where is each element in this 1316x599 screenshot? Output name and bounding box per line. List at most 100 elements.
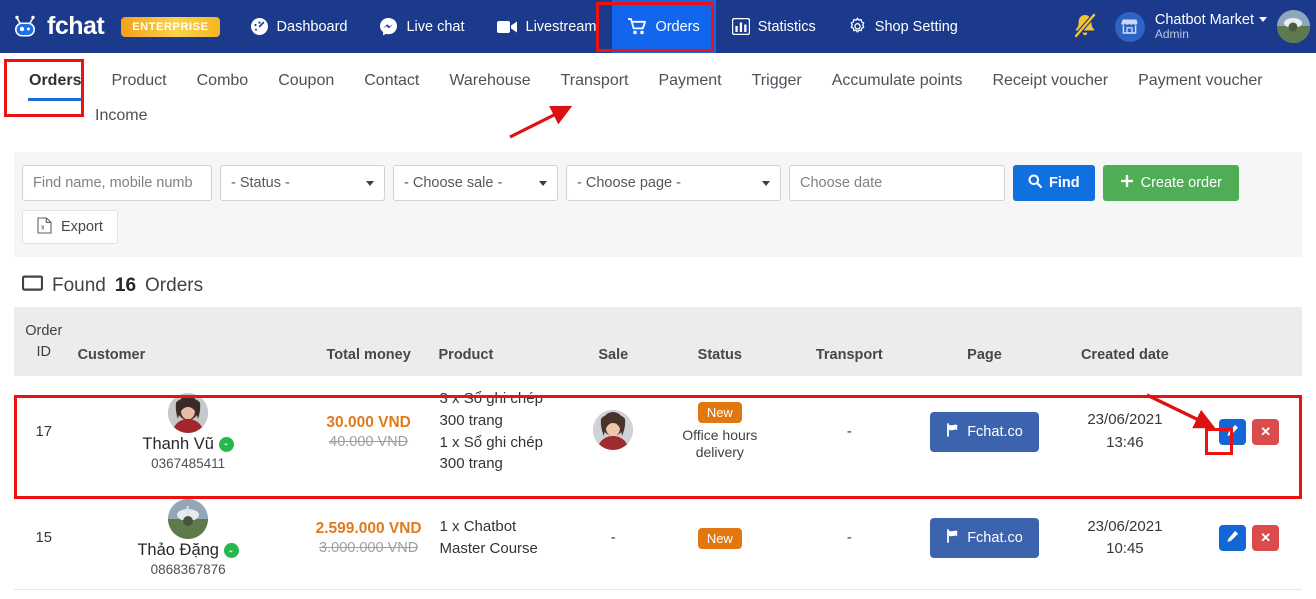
account-menu[interactable]: Chatbot Market Admin	[1155, 12, 1267, 42]
subnav-label: Accumulate points	[831, 72, 963, 89]
account-name: Chatbot Market	[1155, 12, 1267, 28]
nav-label: Live chat	[406, 18, 465, 35]
subnav-label: Payment	[658, 72, 722, 89]
nav-item-statistics[interactable]: Statistics	[716, 0, 832, 53]
subnav-label: Orders	[29, 72, 82, 89]
dashboard-icon	[250, 17, 269, 36]
subnav-item-payment[interactable]: Payment	[643, 64, 736, 99]
cell-product: 3 x Sổ ghi chép 300 trang 1 x Sổ ghi ché…	[434, 376, 570, 488]
fchat-logo-icon	[12, 14, 38, 40]
flag-icon	[946, 422, 960, 441]
customer-phone: 0868367876	[150, 562, 226, 578]
edit-button[interactable]	[1219, 418, 1247, 445]
sale-avatar	[593, 409, 634, 450]
list-box-icon	[21, 275, 44, 297]
customer-name-row: Thanh Vũ	[142, 435, 234, 454]
nav-label: Dashboard	[276, 18, 348, 35]
col-header-customer: Customer	[73, 307, 303, 377]
export-button[interactable]: x Export	[22, 210, 118, 244]
product-line: 300 trang	[439, 455, 503, 473]
nav-label: Statistics	[757, 18, 816, 35]
delete-button[interactable]: ✕	[1252, 525, 1280, 552]
account-role: Admin	[1154, 26, 1189, 41]
subnav-item-income[interactable]: Income	[80, 99, 162, 134]
status-sub: Office hours delivery	[682, 426, 758, 461]
subnav-item-payment-voucher[interactable]: Payment voucher	[1123, 64, 1278, 99]
subnav-item-trigger[interactable]: Trigger	[737, 64, 817, 99]
subnav-item-receipt-voucher[interactable]: Receipt voucher	[977, 64, 1123, 99]
subnav-item-contact[interactable]: Contact	[349, 64, 434, 99]
secondary-nav-wrap: Orders Product Combo Coupon Contact Ware…	[0, 53, 1316, 139]
filter-row: Find name, mobile numb - Status - - Choo…	[22, 165, 1294, 201]
col-header-sale: Sale	[569, 307, 657, 377]
subnav-item-coupon[interactable]: Coupon	[263, 64, 349, 99]
cell-total-money: 2.599.000 VND 3.000.000 VND	[302, 487, 435, 591]
pencil-icon	[1226, 424, 1239, 440]
cell-transport: -	[782, 376, 916, 488]
subnav-item-accumulate-points[interactable]: Accumulate points	[817, 64, 978, 99]
plus-icon	[1120, 174, 1134, 192]
col-header-actions	[1196, 307, 1302, 377]
nav-item-livestream[interactable]: Livestream	[481, 0, 613, 53]
product-line: 300 trang	[439, 411, 503, 429]
page-button[interactable]: Fchat.co	[930, 411, 1039, 452]
product-line: 3 x Sổ ghi chép	[439, 390, 543, 408]
avatar[interactable]	[1277, 10, 1310, 43]
table-header-row: Order ID Customer Total money Product Sa…	[14, 307, 1302, 377]
cell-total-money: 30.000 VND 40.000 VND	[302, 376, 435, 488]
delete-button[interactable]: ✕	[1252, 418, 1280, 445]
nav-item-dashboard[interactable]: Dashboard	[234, 0, 364, 53]
cell-created-date: 23/06/2021 13:46	[1053, 376, 1197, 488]
table-row[interactable]: 15 Thảo Đặng 0868367876 2.599.000 VND 3.…	[14, 487, 1302, 591]
subnav-label: Warehouse	[449, 72, 531, 89]
pencil-icon	[1226, 530, 1239, 546]
nav-item-live-chat[interactable]: Live chat	[363, 0, 480, 53]
table-head: Order ID Customer Total money Product Sa…	[14, 307, 1302, 377]
secondary-nav: Orders Product Combo Coupon Contact Ware…	[14, 53, 1316, 134]
cell-customer: Thảo Đặng 0868367876	[73, 487, 303, 591]
date-input[interactable]: Choose date	[789, 165, 1005, 201]
enterprise-badge: ENTERPRISE	[121, 16, 220, 37]
sale-select[interactable]: - Choose sale -	[393, 165, 558, 201]
nav-item-shop-setting[interactable]: Shop Setting	[832, 0, 974, 53]
subnav-item-orders[interactable]: Orders	[14, 64, 96, 101]
page-button[interactable]: Fchat.co	[930, 518, 1039, 559]
notification-bell-muted-icon[interactable]	[1065, 7, 1105, 47]
chevron-down-icon	[762, 180, 770, 186]
subnav-label: Transport	[560, 72, 629, 89]
results-suffix: Orders	[145, 275, 204, 296]
shop-store-icon[interactable]	[1114, 11, 1145, 42]
status-select[interactable]: - Status -	[220, 165, 385, 201]
search-icon	[1028, 174, 1043, 192]
table-row[interactable]: 17 Thanh Vũ 0367485411 30.000 VND 40.000…	[14, 376, 1302, 488]
subnav-item-warehouse[interactable]: Warehouse	[434, 64, 545, 99]
nav-item-orders[interactable]: Orders	[612, 0, 716, 53]
search-input[interactable]: Find name, mobile numb	[22, 165, 212, 201]
subnav-item-transport[interactable]: Transport	[546, 64, 644, 99]
subnav-item-product[interactable]: Product	[96, 64, 181, 99]
close-icon: ✕	[1260, 423, 1272, 439]
create-order-label: Create order	[1140, 175, 1223, 191]
col-header-created-date: Created date	[1053, 307, 1197, 377]
customer-phone: 0367485411	[151, 455, 226, 471]
orders-table-wrap: Order ID Customer Total money Product Sa…	[14, 307, 1302, 591]
page-label: Fchat.co	[967, 530, 1023, 547]
export-label: Export	[61, 219, 103, 235]
subnav-item-combo[interactable]: Combo	[182, 64, 264, 99]
subnav-label: Trigger	[751, 72, 802, 89]
nav-label: Shop Setting	[874, 18, 958, 35]
find-button[interactable]: Find	[1013, 165, 1095, 201]
product-line: 1 x Chatbot	[439, 518, 517, 536]
customer-name: Thảo Đặng	[137, 541, 219, 560]
create-order-button[interactable]: Create order	[1102, 165, 1240, 201]
nav-label: Orders	[655, 18, 700, 35]
sale-select-value: - Choose sale -	[404, 175, 503, 191]
page-select[interactable]: - Choose page -	[566, 165, 781, 201]
money-original: 3.000.000 VND	[319, 540, 419, 557]
close-icon: ✕	[1260, 530, 1272, 546]
brand-logo[interactable]: fchat ENTERPRISE	[0, 0, 220, 53]
page-select-value: - Choose page -	[577, 175, 681, 191]
brand-name: fchat	[47, 12, 105, 40]
edit-button[interactable]	[1219, 525, 1247, 552]
subnav-label: Income	[95, 107, 148, 124]
